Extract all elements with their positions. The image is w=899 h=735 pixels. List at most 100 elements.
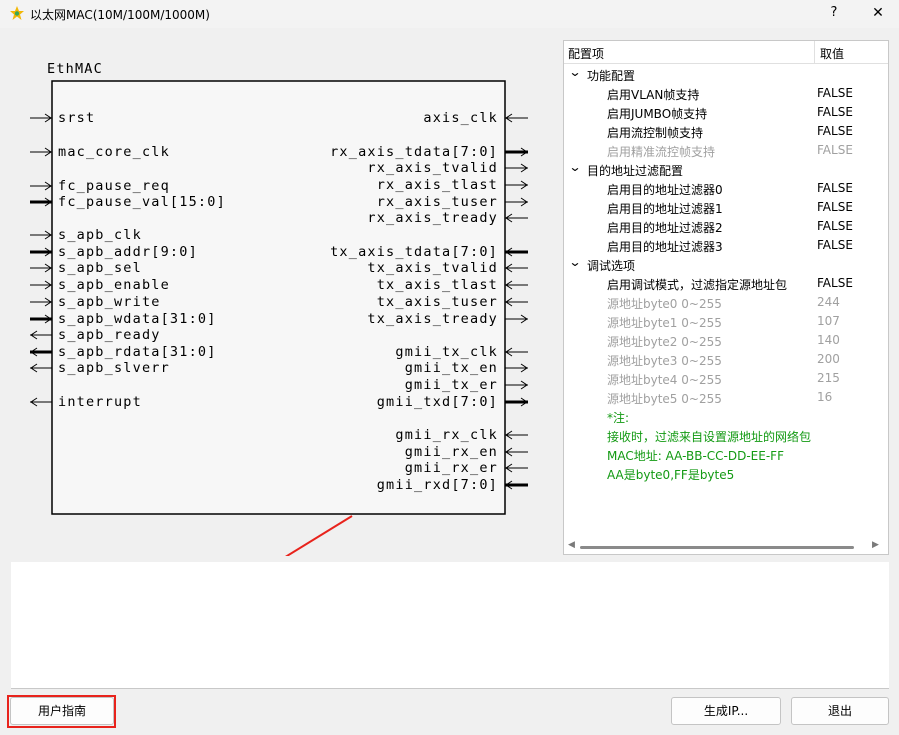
port-label: tx_axis_tvalid [367,260,498,276]
item-value[interactable]: FALSE [817,124,853,138]
item-name: 启用流控制帧支持 [607,126,704,140]
item-name: 启用目的地址过滤器3 [607,240,723,254]
tree-group[interactable]: ⌄ 功能配置 [564,65,888,84]
column-header-name[interactable]: 配置项 [568,45,604,62]
note-text: AA是byte0,FF是byte5 [607,468,735,482]
help-button[interactable]: ? [822,3,846,23]
port-right: gmii_tx_er [405,377,528,393]
port-label: rx_axis_tvalid [367,160,498,176]
port-left: s_apb_clk [30,227,141,243]
item-value[interactable]: FALSE [817,200,853,214]
port-label: s_apb_enable [58,277,170,293]
item-value[interactable]: 200 [817,352,840,366]
item-value[interactable]: 140 [817,333,840,347]
message-area [11,562,889,689]
port-right: axis_clk [423,110,528,126]
item-name: 启用目的地址过滤器1 [607,202,723,216]
port-left: fc_pause_req [30,178,170,194]
port-label: tx_axis_tuser [377,294,498,310]
port-left: interrupt [30,394,141,410]
chevron-down-icon[interactable]: ⌄ [568,255,581,269]
port-label: rx_axis_tlast [377,177,498,193]
item-value[interactable]: FALSE [817,143,853,157]
window-title: 以太网MAC(10M/100M/1000M) [30,8,210,22]
title-bar: 以太网MAC(10M/100M/1000M) ? ✕ [0,0,899,28]
port-left: fc_pause_val[15:0] [30,194,226,210]
tree-item[interactable]: 启用精准流控帧支持 FALSE [564,141,888,160]
port-label: mac_core_clk [58,144,170,160]
user-guide-button[interactable]: 用户指南 [10,697,114,725]
port-label: rx_axis_tdata[7:0] [330,144,498,160]
port-right: gmii_rx_en [405,444,528,460]
note-line: MAC地址: AA-BB-CC-DD-EE-FF [564,445,888,464]
scroll-left-icon[interactable]: ◀ [568,540,575,550]
tree-item[interactable]: 源地址byte4 0~255 215 [564,369,888,388]
port-left: mac_core_clk [30,144,170,160]
tree-item[interactable]: 启用目的地址过滤器3 FALSE [564,236,888,255]
port-label: tx_axis_tdata[7:0] [330,244,498,260]
item-value[interactable]: FALSE [817,105,853,119]
tree-item[interactable]: 源地址byte3 0~255 200 [564,350,888,369]
tree-group[interactable]: ⌄ 调试选项 [564,255,888,274]
note-text: 接收时，过滤来自设置源地址的网络包 [607,430,812,444]
item-value[interactable]: FALSE [817,238,853,252]
port-left: s_apb_slverr [30,360,170,376]
port-right: gmii_tx_clk [395,344,528,360]
chevron-down-icon[interactable]: ⌄ [568,65,581,79]
tree-item[interactable]: 启用目的地址过滤器0 FALSE [564,179,888,198]
tree-item[interactable]: 源地址byte0 0~255 244 [564,293,888,312]
config-tree-header: 配置项 取值 [564,41,888,64]
port-label: gmii_rx_clk [395,427,498,443]
item-value[interactable]: 107 [817,314,840,328]
block-name: EthMAC [47,61,103,77]
tree-group[interactable]: ⌄ 目的地址过滤配置 [564,160,888,179]
port-label: s_apb_write [58,294,161,310]
port-label: gmii_tx_clk [395,344,498,360]
port-label: rx_axis_tready [367,210,498,226]
generate-ip-button[interactable]: 生成IP... [671,697,781,725]
item-value[interactable]: 215 [817,371,840,385]
config-tree[interactable]: 配置项 取值 ⌄ 功能配置 启用VLAN帧支持 FALSE 启用JUMBO帧支持 FALS… [563,40,889,555]
note-text: MAC地址: AA-BB-CC-DD-EE-FF [607,449,784,463]
scroll-right-icon[interactable]: ▶ [872,540,879,550]
item-name: 源地址byte0 0~255 [607,297,722,311]
app-icon [10,6,24,20]
tree-item[interactable]: 源地址byte1 0~255 107 [564,312,888,331]
tree-item[interactable]: 启用调试模式，过滤指定源地址包 FALSE [564,274,888,293]
group-label: 目的地址过滤配置 [587,164,684,178]
port-label: s_apb_slverr [58,360,170,376]
port-label: gmii_rxd[7:0] [377,477,498,493]
port-label: fc_pause_val[15:0] [58,194,226,210]
port-left: s_apb_enable [30,277,170,293]
port-left: srst [30,110,94,126]
group-label: 功能配置 [587,69,636,83]
port-left: s_apb_rdata[31:0] [30,344,215,360]
exit-button[interactable]: 退出 [791,697,889,725]
item-value[interactable]: FALSE [817,181,853,195]
port-label: rx_axis_tuser [377,194,498,210]
item-name: 源地址byte1 0~255 [607,316,722,330]
item-value[interactable]: FALSE [817,276,853,290]
tree-item[interactable]: 启用JUMBO帧支持 FALSE [564,103,888,122]
port-label: gmii_rx_er [405,460,498,476]
tree-item[interactable]: 启用流控制帧支持 FALSE [564,122,888,141]
tree-item[interactable]: 源地址byte2 0~255 140 [564,331,888,350]
item-value[interactable]: 16 [817,390,832,404]
item-value[interactable]: FALSE [817,86,853,100]
note-line: 接收时，过滤来自设置源地址的网络包 [564,426,888,445]
tree-item[interactable]: 启用目的地址过滤器2 FALSE [564,217,888,236]
port-label: fc_pause_req [58,178,170,194]
port-label: s_apb_addr[9:0] [58,244,198,260]
item-value[interactable]: 244 [817,295,840,309]
port-label: tx_axis_tready [367,311,498,327]
tree-item[interactable]: 启用目的地址过滤器1 FALSE [564,198,888,217]
chevron-down-icon[interactable]: ⌄ [568,160,581,174]
horizontal-scrollbar[interactable] [580,546,854,549]
tree-item[interactable]: 源地址byte5 0~255 16 [564,388,888,407]
port-label: tx_axis_tlast [377,277,498,293]
tree-item[interactable]: 启用VLAN帧支持 FALSE [564,84,888,103]
close-icon[interactable]: ✕ [866,3,890,23]
column-header-value[interactable]: 取值 [820,45,844,62]
item-name: 启用VLAN帧支持 [607,88,700,102]
item-value[interactable]: FALSE [817,219,853,233]
